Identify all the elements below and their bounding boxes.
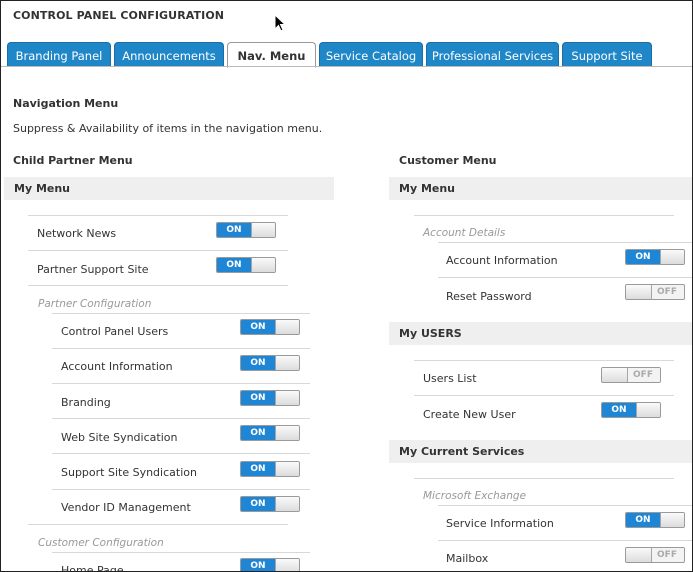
my-current-services-band: My Current Services [389,440,692,463]
toggle-vendor-id-management[interactable]: ON [240,496,300,512]
toggle-branding[interactable]: ON [240,390,300,406]
toggle-reset-password[interactable]: OFF [625,284,685,300]
item-label: Partner Support Site [37,263,149,276]
item-label: Account Information [61,360,173,373]
item-label: Create New User [423,408,516,421]
divider [438,277,692,278]
divider [414,478,674,479]
toggle-create-new-user[interactable]: ON [601,402,661,418]
control-panel-window: CONTROL PANEL CONFIGURATION Branding Pan… [0,0,693,572]
tab-support-site[interactable]: Support Site [562,42,652,67]
item-label: Branding [61,396,111,409]
item-label: Users List [423,372,477,385]
divider [52,313,310,314]
customer-my-menu-band: My Menu [389,177,692,200]
toggle-customer-account-information[interactable]: ON [625,249,685,265]
item-label: Mailbox [446,552,489,565]
divider [438,242,692,243]
divider [52,552,310,553]
my-users-band: My USERS [389,322,692,345]
tab-branding-panel[interactable]: Branding Panel [7,42,111,67]
customer-menu-heading: Customer Menu [399,154,497,167]
divider [52,453,310,454]
toggle-control-panel-users[interactable]: ON [240,319,300,335]
item-label: Web Site Syndication [61,431,178,444]
item-label: Home Page [61,564,124,572]
divider [28,250,288,251]
toggle-home-page[interactable]: ON [240,558,300,571]
toggle-users-list[interactable]: OFF [601,367,661,383]
child-partner-menu-heading: Child Partner Menu [13,154,133,167]
item-label: Vendor ID Management [61,501,191,514]
toggle-service-information[interactable]: ON [625,512,685,528]
divider [52,489,310,490]
item-label: Service Information [446,517,554,530]
divider [414,360,674,361]
tab-announcements[interactable]: Announcements [114,42,224,67]
toggle-web-site-syndication[interactable]: ON [240,425,300,441]
item-label: Network News [37,227,117,240]
group-label-customer-configuration: Customer Configuration [38,537,164,549]
divider [414,395,674,396]
divider [438,540,692,541]
item-label: Reset Password [446,290,532,303]
divider [28,215,288,216]
toggle-account-information[interactable]: ON [240,355,300,371]
item-label: Account Information [446,254,558,267]
mouse-cursor-icon [274,14,286,32]
toggle-support-site-syndication[interactable]: ON [240,461,300,477]
divider [52,383,310,384]
item-label: Support Site Syndication [61,466,197,479]
group-label-account-details: Account Details [423,227,506,239]
group-label-partner-configuration: Partner Configuration [38,298,152,310]
group-label-microsoft-exchange: Microsoft Exchange [423,490,527,502]
tab-nav-menu[interactable]: Nav. Menu [227,42,316,68]
item-label: Control Panel Users [61,325,169,338]
section-heading: Navigation Menu [13,97,119,110]
tab-professional-services[interactable]: Professional Services [426,42,559,67]
page-title: CONTROL PANEL CONFIGURATION [13,9,225,22]
divider [52,348,310,349]
toggle-network-news[interactable]: ON [216,222,276,238]
divider [414,215,674,216]
divider [28,285,288,286]
divider [28,524,288,525]
child-my-menu-band: My Menu [4,177,334,200]
tab-service-catalog[interactable]: Service Catalog [319,42,423,67]
toggle-partner-support-site[interactable]: ON [216,257,276,273]
section-description: Suppress & Availability of items in the … [13,122,323,135]
tab-divider [1,66,692,67]
divider [438,505,692,506]
toggle-mailbox[interactable]: OFF [625,547,685,563]
divider [52,418,310,419]
